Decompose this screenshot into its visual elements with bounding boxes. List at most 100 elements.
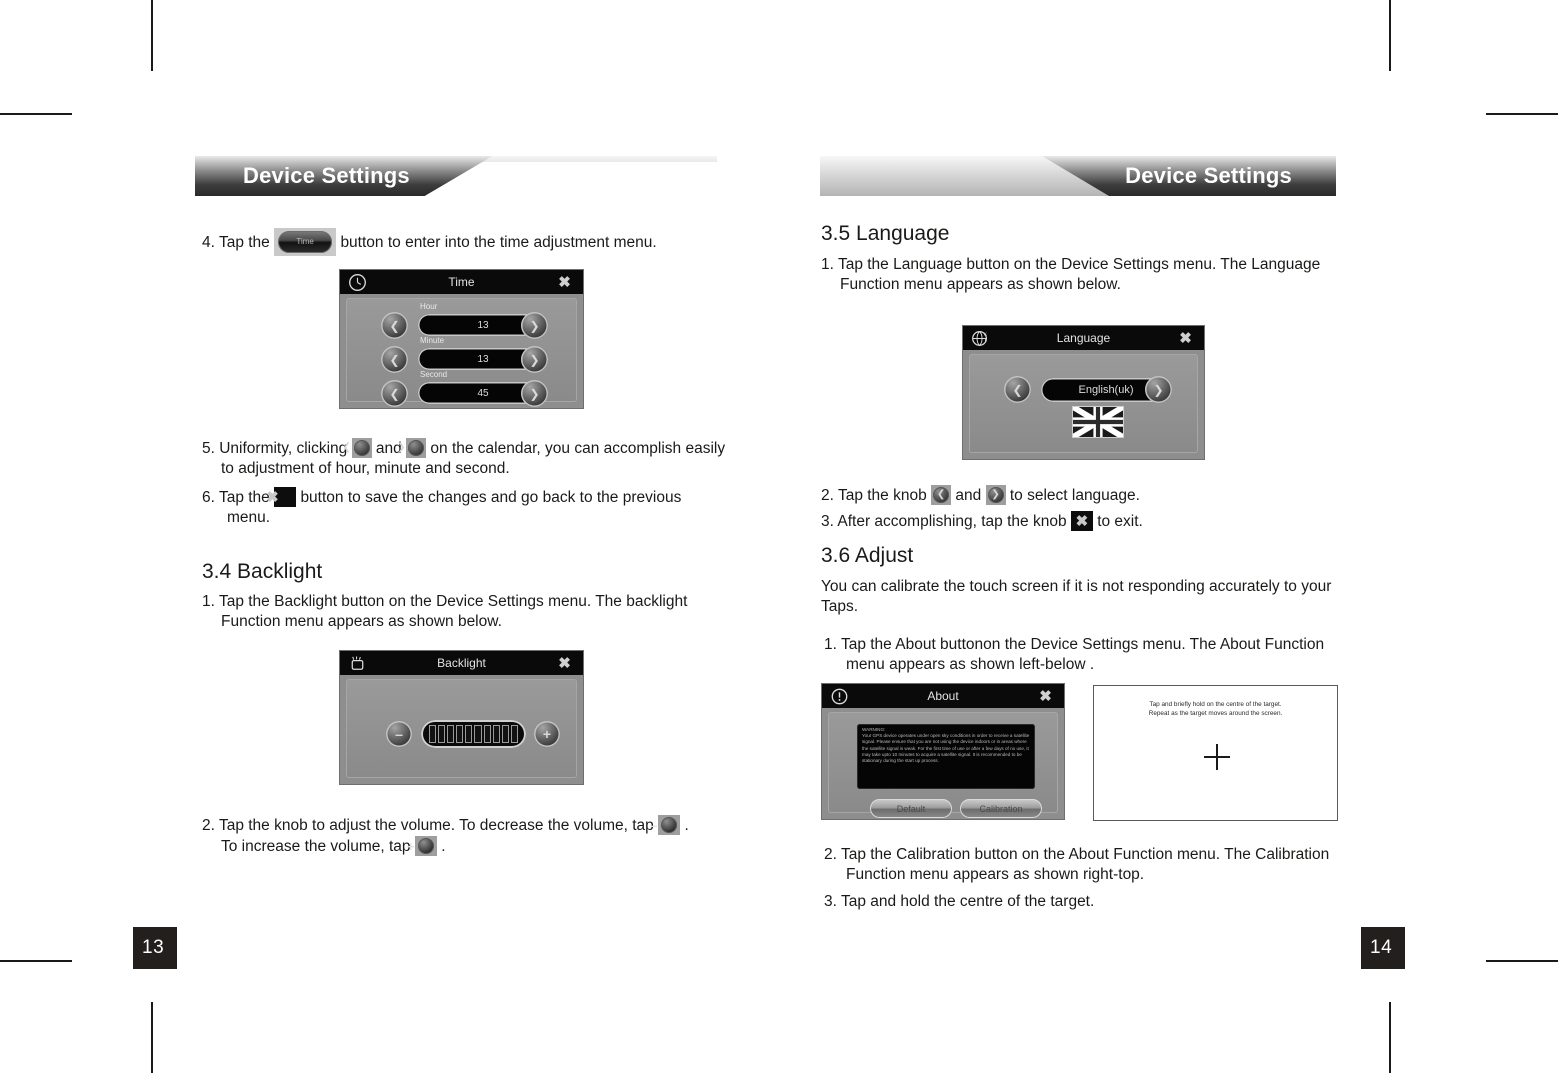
section-3-5-item-1-line-2: Function menu appears as shown below. [840, 276, 1121, 293]
left-step-6-part2: button to save the changes and go back t… [300, 489, 682, 506]
backlight-dialog-title: Backlight [437, 656, 486, 670]
backlight-segment [465, 725, 473, 743]
chevron-left-icon[interactable]: ❮ [343, 438, 372, 458]
section-3-6-item-1: 1. Tap the About buttonon the Device Set… [824, 635, 1380, 675]
right-step-2-language-part1: 2. Tap the knob [821, 487, 927, 504]
section-3-6-heading: 3.6 Adjust [821, 544, 914, 567]
left-step-2-backlight: 2. Tap the knob to adjust the volume. To… [202, 815, 769, 857]
time-hour-next-button[interactable]: ❯ [521, 312, 548, 339]
about-warning-body: Your GPS device operates under open sky … [862, 733, 1030, 764]
left-step-2-backlight-part1: 2. Tap the knob to adjust the volume. To… [202, 817, 654, 834]
crop-mark-bottom-left-horizontal [0, 960, 72, 962]
backlight-plus-button[interactable]: + [534, 721, 560, 747]
time-hour-prev-button[interactable]: ❮ [381, 312, 408, 339]
calibration-instructions: Tap and briefly hold on the centre of th… [1094, 700, 1337, 718]
right-step-2-adjust-line-2: Function menu appears as shown right-top… [846, 866, 1145, 883]
section-3-6-intro: You can calibrate the touch screen if it… [821, 577, 1355, 617]
left-step-6: 6. Tap the ✖ button to save the changes … [202, 487, 769, 528]
close-icon[interactable]: ✖ [1070, 511, 1093, 531]
close-icon[interactable]: ✖ [1177, 330, 1194, 346]
crosshair-icon[interactable] [1204, 744, 1230, 770]
crop-mark-bottom-right-horizontal [1486, 960, 1558, 962]
close-icon[interactable]: ✖ [266, 487, 297, 507]
about-dialog-title: About [927, 689, 959, 703]
minus-icon[interactable]: – [650, 815, 681, 835]
backlight-level-bar[interactable] [421, 720, 526, 748]
time-second-prev-button[interactable]: ❮ [381, 380, 408, 407]
left-step-6-line2: menu. [227, 509, 271, 526]
backlight-dialog: Backlight ✖ – + [339, 650, 584, 785]
section-3-5-item-1: 1. Tap the Language button on the Device… [821, 255, 1370, 295]
backlight-segment [510, 725, 518, 743]
language-next-button[interactable]: ❯ [1145, 376, 1172, 403]
close-icon[interactable]: ✖ [1037, 688, 1054, 704]
section-3-5-heading: 3.5 Language [821, 222, 950, 245]
time-second-label: Second [420, 370, 448, 379]
crop-mark-bottom-right-vertical [1389, 1002, 1391, 1073]
left-step-6-part1: 6. Tap the [202, 489, 270, 506]
section-3-4-item-1-line-1: 1. Tap the Backlight button on the Devic… [202, 593, 688, 610]
uk-flag-icon [1072, 406, 1124, 438]
time-minute-prev-button[interactable]: ❮ [381, 346, 408, 373]
right-step-2-adjust-line-1: 2. Tap the Calibration button on the Abo… [824, 846, 1330, 863]
backlight-segment [438, 725, 446, 743]
time-button-icon[interactable]: Time [274, 228, 337, 256]
backlight-dialog-titlebar: Backlight ✖ [340, 651, 583, 675]
language-dialog-title: Language [1056, 331, 1111, 345]
chevron-right-icon[interactable]: ❯ [397, 438, 427, 458]
backlight-segment [447, 725, 455, 743]
time-button-label: Time [296, 237, 314, 246]
backlight-segment [492, 725, 500, 743]
left-step-5-line2: to adjustment of hour, minute and second… [221, 460, 510, 477]
calibration-instructions-line-1: Tap and briefly hold on the centre of th… [1149, 701, 1282, 708]
time-dialog-body: Hour ❮ 13 ❯ Minute ❮ 13 ❯ Second ❮ 45 ❯ [346, 298, 577, 407]
language-dialog: K T Language ✖ ❮ English(uk) ❯ [962, 325, 1205, 460]
about-warning-text: WARNING: Your GPS device operates under … [862, 727, 1031, 764]
section-3-6-item-1-line-2: menu appears as shown left-below . [846, 656, 1095, 673]
right-step-2-language-part3: to select language. [1009, 487, 1140, 504]
about-dialog: About ✖ Default Adjust WARNING: Your GPS… [821, 683, 1065, 820]
crop-mark-top-left-vertical [151, 0, 153, 71]
time-second-next-button[interactable]: ❯ [521, 380, 548, 407]
close-icon[interactable]: ✖ [556, 655, 573, 671]
calibration-instructions-line-2: Repeat as the target moves around the sc… [1148, 710, 1283, 717]
section-3-4-heading: 3.4 Backlight [202, 560, 323, 583]
left-page-banner: Device Settings [195, 156, 717, 196]
time-dialog-titlebar: Time ✖ [340, 270, 583, 294]
backlight-segment [483, 725, 491, 743]
about-default-button[interactable]: Default [870, 799, 952, 818]
right-step-3-adjust-line-1: 3. Tap and hold the centre of the target… [824, 893, 1095, 910]
time-minute-next-button[interactable]: ❯ [521, 346, 548, 373]
about-dialog-body: Default Adjust WARNING: Your GPS device … [828, 712, 1058, 818]
crop-mark-bottom-left-vertical [151, 1002, 153, 1073]
calibration-screen: Tap and briefly hold on the centre of th… [1093, 685, 1338, 821]
time-hour-label: Hour [420, 302, 438, 311]
section-3-6-intro-line-1: You can calibrate the touch screen if it… [821, 578, 1332, 595]
time-dialog: Time ✖ Hour ❮ 13 ❯ Minute ❮ 13 ❯ Second … [339, 269, 584, 409]
chevron-right-icon[interactable]: ❯ [985, 485, 1006, 505]
left-step-4-prefix: 4. Tap the [202, 234, 270, 251]
backlight-dialog-body: – + [346, 679, 577, 778]
left-step-2-backlight-line2-part1: To increase the volume, tap [221, 838, 411, 855]
time-minute-label: Minute [420, 336, 445, 345]
right-page-banner-title: Device Settings [1125, 163, 1292, 188]
chevron-left-icon[interactable]: ❮ [931, 485, 952, 505]
left-step-5-part3: on the calendar, you can accomplish easi… [430, 440, 726, 457]
about-warning-heading: WARNING: [862, 727, 886, 732]
backlight-segment [501, 725, 509, 743]
backlight-minus-button[interactable]: – [386, 721, 412, 747]
right-step-2-adjust: 2. Tap the Calibration button on the Abo… [824, 845, 1380, 885]
left-page-banner-title: Device Settings [243, 163, 410, 188]
crop-mark-top-right-horizontal [1486, 113, 1558, 115]
left-step-2-backlight-line2-part2: . [441, 838, 446, 855]
plus-icon[interactable]: + [407, 836, 437, 856]
backlight-segment [429, 725, 437, 743]
backlight-segment [456, 725, 464, 743]
right-step-2-language: 2. Tap the knob ❮ and ❯ to select langua… [821, 485, 1351, 506]
right-step-3-language-part1: 3. After accomplishing, tap the knob [821, 513, 1067, 530]
left-step-4-suffix: button to enter into the time adjustment… [340, 234, 657, 251]
page-number-left: 13 [133, 927, 177, 969]
about-calibration-button[interactable]: Calibration [960, 799, 1042, 818]
language-prev-button[interactable]: ❮ [1004, 376, 1031, 403]
close-icon[interactable]: ✖ [556, 274, 573, 290]
